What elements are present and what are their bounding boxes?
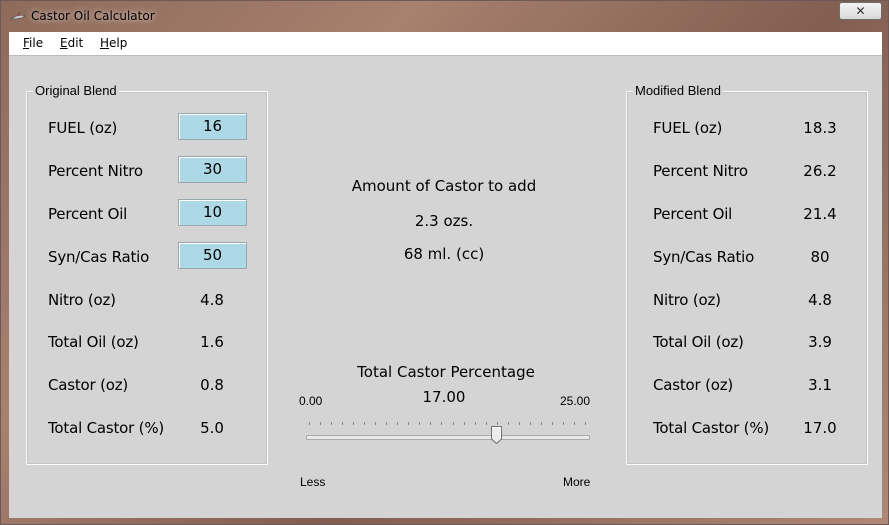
app-window: Castor Oil Calculator ✕ File Edit Help O…: [0, 0, 889, 525]
mod-oil-pct-label: Percent Oil: [653, 205, 733, 223]
slider-value-label: 17.00: [422, 388, 466, 406]
orig-fuel-input[interactable]: 16: [178, 113, 247, 140]
slider-tick: [485, 422, 487, 425]
slider-tick: [309, 422, 310, 425]
slider-tick: [441, 422, 443, 425]
slider-tick: [397, 422, 399, 425]
slider-max-label: 25.00: [560, 394, 591, 408]
menu-edit[interactable]: Edit: [60, 36, 83, 50]
slider-min-label: 0.00: [299, 394, 323, 408]
original-blend-group: Original Blend: [26, 83, 268, 465]
menu-file[interactable]: File: [23, 36, 43, 50]
orig-syncas-label: Syn/Cas Ratio: [48, 248, 150, 266]
mod-total-oil-value: 3.9: [808, 333, 832, 351]
less-label: Less: [300, 475, 326, 489]
mod-total-oil-label: Total Oil (oz): [653, 333, 744, 351]
slider-tick: [320, 422, 322, 425]
slider-tick: [507, 422, 509, 425]
close-icon: ✕: [855, 4, 866, 18]
slider-tick: [364, 422, 366, 425]
slider-tick: [573, 422, 575, 425]
slider-tick: [342, 422, 344, 425]
slider-tick: [474, 422, 476, 425]
slider-tick: [551, 422, 553, 425]
app-icon: [10, 11, 26, 20]
orig-oil-pct-label: Percent Oil: [48, 205, 128, 223]
mod-nitro-pct-value: 26.2: [803, 162, 837, 180]
amount-heading: Amount of Castor to add: [351, 177, 537, 195]
menu-help[interactable]: Help: [100, 36, 127, 50]
slider-tick: [463, 422, 465, 425]
more-label: More: [563, 475, 591, 489]
orig-total-oil-label: Total Oil (oz): [48, 333, 139, 351]
slider-tick: [452, 422, 454, 425]
close-button[interactable]: ✕: [839, 2, 882, 20]
client-area: Original Blend FUEL (oz) 16 Percent Nitr…: [9, 55, 882, 518]
slider-tick: [540, 422, 542, 425]
slider-tick: [353, 422, 355, 425]
slider-tick: [375, 422, 377, 425]
modified-blend-group: Modified Blend: [626, 83, 868, 465]
title-bar[interactable]: Castor Oil Calculator ✕: [1, 1, 888, 31]
mod-nitro-pct-label: Percent Nitro: [653, 162, 748, 180]
orig-nitro-pct-input[interactable]: 30: [178, 156, 247, 183]
mod-total-castor-value: 17.0: [803, 419, 837, 437]
slider-tick: [562, 422, 564, 425]
slider-thumb[interactable]: [491, 426, 503, 444]
slider-heading: Total Castor Percentage: [357, 363, 535, 381]
castor-percentage-slider[interactable]: [306, 435, 590, 440]
slider-tick: [585, 422, 586, 425]
orig-total-castor-value: 5.0: [200, 419, 224, 437]
mod-fuel-label: FUEL (oz): [653, 119, 723, 137]
slider-tick: [419, 422, 421, 425]
slider-tick: [408, 422, 410, 425]
mod-nitro-oz-label: Nitro (oz): [653, 291, 721, 309]
slider-tick: [518, 422, 520, 425]
orig-fuel-label: FUEL (oz): [48, 119, 118, 137]
amount-ml: 68 ml. (cc): [403, 245, 485, 263]
orig-nitro-oz-value: 4.8: [200, 291, 224, 309]
mod-fuel-value: 18.3: [803, 119, 837, 137]
orig-total-oil-value: 1.6: [200, 333, 224, 351]
orig-nitro-oz-label: Nitro (oz): [48, 291, 116, 309]
mod-castor-oz-value: 3.1: [808, 376, 832, 394]
amount-ozs: 2.3 ozs.: [414, 212, 474, 230]
slider-tick: [430, 422, 432, 425]
window-title: Castor Oil Calculator: [31, 9, 155, 23]
orig-total-castor-label: Total Castor (%): [48, 419, 165, 437]
slider-tick: [496, 422, 498, 425]
mod-syncas-label: Syn/Cas Ratio: [653, 248, 755, 266]
orig-nitro-pct-label: Percent Nitro: [48, 162, 143, 180]
slider-tick: [529, 422, 531, 425]
menu-bar: File Edit Help: [9, 32, 882, 55]
slider-tick: [386, 422, 388, 425]
orig-syncas-input[interactable]: 50: [178, 242, 247, 269]
modified-blend-title: Modified Blend: [633, 83, 723, 98]
mod-castor-oz-label: Castor (oz): [653, 376, 734, 394]
mod-oil-pct-value: 21.4: [803, 205, 837, 223]
orig-castor-oz-label: Castor (oz): [48, 376, 129, 394]
slider-tick: [331, 422, 333, 425]
orig-oil-pct-input[interactable]: 10: [178, 199, 247, 226]
mod-total-castor-label: Total Castor (%): [653, 419, 770, 437]
mod-nitro-oz-value: 4.8: [808, 291, 832, 309]
orig-castor-oz-value: 0.8: [200, 376, 224, 394]
mod-syncas-value: 80: [810, 248, 830, 266]
original-blend-title: Original Blend: [33, 83, 119, 98]
